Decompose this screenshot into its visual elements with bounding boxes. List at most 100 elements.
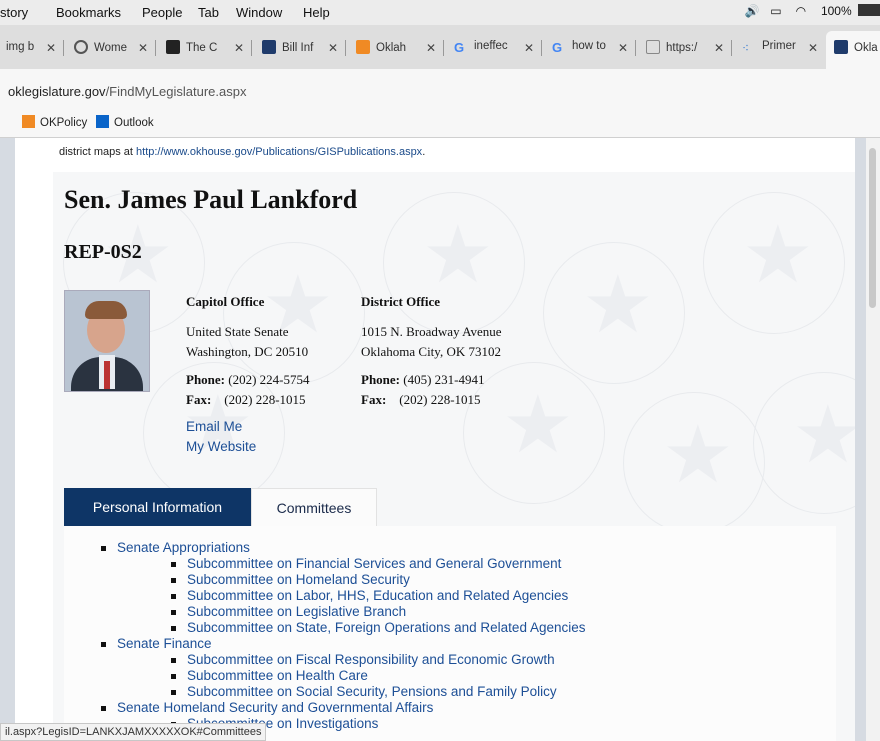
subcommittee-link[interactable]: Subcommittee on Fiscal Responsibility an…	[171, 652, 586, 668]
bookmark-label: OKPolicy	[40, 117, 88, 129]
committee-list: Senate Appropriations Subcommittee on Fin…	[101, 540, 586, 732]
capitol-address-line: Washington, DC 20510	[186, 344, 309, 359]
contact-links: Email Me My Website	[186, 417, 256, 457]
browser-tab[interactable]: https:/ ✕	[636, 33, 732, 63]
tab-personal-information[interactable]: Personal Information	[64, 488, 251, 526]
battery-percent: 100%	[820, 4, 852, 18]
browser-tab[interactable]: Gineffec ✕	[444, 33, 542, 63]
seal-watermark	[543, 242, 685, 384]
okpolicy-favicon-icon	[22, 115, 35, 128]
capitol-fax: (202) 228-1015	[224, 392, 306, 407]
committee-link[interactable]: Senate Finance	[117, 636, 212, 651]
subcommittee-link[interactable]: Subcommittee on Social Security, Pension…	[171, 684, 586, 700]
link-status-bar: il.aspx?LegisID=LANKXJAMXXXXXOK#Committe…	[0, 723, 267, 741]
tab-title: img b	[6, 41, 35, 53]
seal-watermark	[753, 372, 855, 514]
tab-title: https:/	[666, 42, 698, 54]
close-icon[interactable]: ✕	[138, 41, 148, 55]
close-icon[interactable]: ✕	[618, 41, 628, 55]
menu-bar: story Bookmarks People Tab Window Help 🔊…	[0, 0, 880, 26]
url-text[interactable]: oklegislature.gov/FindMyLegislature.aspx	[8, 84, 246, 99]
browser-tab[interactable]: Wome ✕	[64, 33, 156, 63]
page-title: Sen. James Paul Lankford	[64, 185, 358, 214]
status-area: 🔊 ▭ ◠ 100%	[745, 4, 880, 22]
browser-tab[interactable]: ⁖ Primer ✕	[732, 33, 826, 63]
globe-icon	[74, 40, 88, 54]
google-g-icon: G	[552, 40, 563, 55]
web-viewport: district maps at http://www.okhouse.gov/…	[0, 138, 880, 741]
email-link[interactable]: Email Me	[186, 417, 256, 437]
menu-help[interactable]: Help	[303, 5, 330, 20]
address-bar[interactable]: oklegislature.gov/FindMyLegislature.aspx	[0, 69, 880, 109]
tab-title: ineffec	[474, 40, 508, 52]
capitol-office: Capitol Office United State Senate Washi…	[186, 294, 310, 410]
member-photo	[64, 290, 150, 392]
scrollbar-thumb[interactable]	[869, 148, 876, 308]
tab-title: Primer	[762, 40, 796, 52]
tab-title: Oklah	[376, 42, 407, 54]
menu-history[interactable]: story	[0, 5, 28, 20]
menu-tab[interactable]: Tab	[198, 5, 219, 20]
url-host: oklegislature.gov	[8, 84, 106, 99]
browser-tab[interactable]: Bill Inf ✕	[252, 33, 346, 63]
close-icon[interactable]: ✕	[714, 41, 724, 55]
intro-suffix: .	[422, 146, 426, 158]
intro-text: district maps at http://www.okhouse.gov/…	[59, 146, 425, 158]
close-icon[interactable]: ✕	[46, 41, 56, 55]
district-address-line: 1015 N. Broadway Avenue	[361, 324, 502, 339]
battery-icon[interactable]	[858, 4, 880, 16]
okpolicy-favicon-icon	[356, 40, 370, 54]
website-link[interactable]: My Website	[186, 437, 256, 457]
fax-label: Fax:	[186, 392, 212, 407]
menu-people[interactable]: People	[142, 5, 182, 20]
capitol-office-heading: Capitol Office	[186, 294, 265, 309]
committee-item[interactable]: Senate Appropriations Subcommittee on Fin…	[101, 540, 586, 636]
wifi-icon[interactable]: ◠	[796, 4, 818, 18]
hr-logo-icon	[166, 40, 180, 54]
close-icon[interactable]: ✕	[524, 41, 534, 55]
subcommittee-link[interactable]: Subcommittee on Legislative Branch	[171, 604, 586, 620]
subcommittee-link[interactable]: Subcommittee on Health Care	[171, 668, 586, 684]
subcommittee-link[interactable]: Subcommittee on Homeland Security	[171, 572, 586, 588]
tab-title: Wome	[94, 42, 128, 54]
bookmarks-bar: OKPolicy Outlook	[0, 109, 880, 138]
district-address-line: Oklahoma City, OK 73102	[361, 344, 501, 359]
menu-bookmarks[interactable]: Bookmarks	[56, 5, 121, 20]
subcommittee-link[interactable]: Subcommittee on State, Foreign Operation…	[171, 620, 586, 636]
bookmark-outlook[interactable]: Outlook	[96, 115, 154, 129]
close-icon[interactable]: ✕	[808, 41, 818, 55]
subcommittee-link[interactable]: Subcommittee on Labor, HHS, Education an…	[171, 588, 586, 604]
document-icon	[646, 40, 660, 54]
tab-committees[interactable]: Committees	[251, 488, 377, 527]
scrollbar[interactable]	[866, 138, 880, 741]
subcommittee-list: Subcommittee on Fiscal Responsibility an…	[117, 652, 586, 700]
close-icon[interactable]: ✕	[234, 41, 244, 55]
tab-title: Okla	[854, 42, 878, 54]
browser-tab[interactable]: The C ✕	[156, 33, 252, 63]
capitol-phone: (202) 224-5754	[228, 372, 310, 387]
committee-item[interactable]: Senate Finance Subcommittee on Fiscal Res…	[101, 636, 586, 700]
browser-tab[interactable]: img b ✕	[0, 33, 64, 63]
menu-window[interactable]: Window	[236, 5, 282, 20]
committee-link[interactable]: Senate Homeland Security and Governmenta…	[117, 700, 433, 715]
seal-watermark	[703, 192, 845, 334]
browser-tab[interactable]: Ghow to ✕	[542, 33, 636, 63]
gis-publications-link[interactable]: http://www.okhouse.gov/Publications/GISP…	[136, 146, 422, 158]
district-office: District Office 1015 N. Broadway Avenue …	[361, 294, 502, 410]
volume-icon[interactable]: 🔊	[745, 4, 767, 18]
district-phone: (405) 231-4941	[403, 372, 485, 387]
page-container: district maps at http://www.okhouse.gov/…	[15, 138, 855, 741]
fax-label: Fax:	[361, 392, 387, 407]
intro-prefix: district maps at	[59, 146, 137, 158]
close-icon[interactable]: ✕	[328, 41, 338, 55]
close-icon[interactable]: ✕	[426, 41, 436, 55]
legislature-favicon-icon	[262, 40, 276, 54]
bookmark-okpolicy[interactable]: OKPolicy	[22, 115, 87, 129]
browser-tab[interactable]: Oklah ✕	[346, 33, 444, 63]
committee-link[interactable]: Senate Appropriations	[117, 540, 250, 555]
subcommittee-link[interactable]: Subcommittee on Financial Services and G…	[171, 556, 586, 572]
url-path: /FindMyLegislature.aspx	[105, 84, 247, 99]
airplay-icon[interactable]: ▭	[770, 4, 792, 18]
browser-tab-active[interactable]: Okla	[826, 31, 880, 69]
tab-title: The C	[186, 42, 218, 54]
